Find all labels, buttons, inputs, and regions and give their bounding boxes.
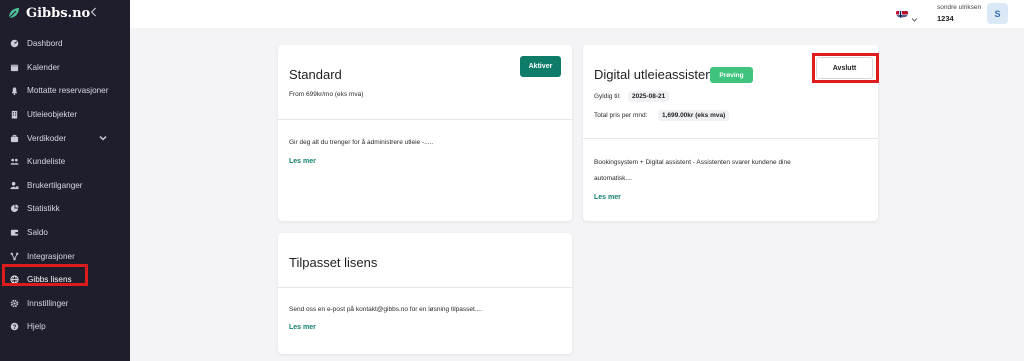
brand-name: Gibbs.no [26,5,91,21]
sidebar: Gibbs.no Dashbord Kalender Mottatte rese… [0,0,130,361]
sidebar-item-verdikoder[interactable]: Verdikoder [0,126,130,150]
card-title: Digital utleieassistent [594,67,717,82]
sidebar-item-label: Innstillinger [27,298,69,308]
language-chevron-down-icon[interactable] [911,10,918,22]
read-more-link[interactable]: Les mer [289,324,316,331]
total-price-label: Total pris per mnd: [594,112,648,119]
sidebar-item-integrasjoner[interactable]: Integrasjoner [0,244,130,268]
user-lock-icon [9,180,19,190]
sidebar-item-label: Statistikk [27,204,60,214]
card-divider [278,119,572,120]
user-id: 1234 [937,14,954,23]
card-title: Standard [289,67,342,82]
sidebar-item-label: Verdikoder [27,133,67,143]
question-icon: ? [9,322,19,332]
license-card-custom: Tilpasset lisens Send oss en e-post på k… [278,233,572,354]
total-price-value: 1,699.00kr (eks mva) [658,110,730,121]
card-divider [278,287,572,288]
card-price: From 699kr/mo (eks mva) [289,91,364,98]
collapse-sidebar-icon[interactable] [88,6,100,20]
user-name: sondre ulriksen [937,4,982,11]
sidebar-item-label: Dashbord [27,39,63,49]
sidebar-item-brukertilganger[interactable]: Brukertilganger [0,174,130,198]
card-divider [583,138,878,139]
sidebar-item-kundeliste[interactable]: Kundeliste [0,150,130,174]
valid-until-label: Gyldig til: [594,93,621,100]
calendar-icon [9,62,19,72]
sidebar-item-utleieobjekter[interactable]: Utleieobjekter [0,103,130,127]
sidebar-item-innstillinger[interactable]: Innstillinger [0,292,130,316]
sidebar-item-mottatte-reservasjoner[interactable]: Mottatte reservasjoner [0,79,130,103]
building-icon [9,110,19,120]
briefcase-icon [9,133,19,143]
sidebar-item-dashbord[interactable]: Dashbord [0,32,130,56]
sidebar-item-label: Brukertilganger [27,180,83,190]
card-description: Bookingsystem + Digital assistent - Assi… [594,159,791,166]
valid-until-value: 2025-08-21 [628,91,670,102]
topbar: sondre ulriksen 1234 S [130,0,1024,28]
sidebar-item-statistikk[interactable]: Statistikk [0,197,130,221]
license-card-digital: Digital utleieassistent Prøving Gyldig t… [583,45,878,221]
sidebar-item-label: Hjelp [27,322,46,332]
card-title: Tilpasset lisens [289,255,378,270]
sidebar-nav: Dashbord Kalender Mottatte reservasjoner… [0,32,130,339]
logo[interactable]: Gibbs.no [0,0,130,26]
bell-icon [9,86,19,96]
read-more-link[interactable]: Les mer [594,194,621,201]
users-icon [9,157,19,167]
sidebar-item-label: Mottatte reservasjoner [27,86,109,96]
wallet-icon [9,228,19,238]
norway-flag-icon[interactable] [896,8,908,18]
gauge-icon [9,39,19,49]
cancel-subscription-button[interactable]: Avslutt [816,57,873,79]
license-card-standard: Standard From 699kr/mo (eks mva) Aktiver… [278,45,572,221]
card-description: Gir deg alt du trenger for å administrer… [289,139,434,146]
gear-icon [9,298,19,308]
globe-icon [9,275,19,285]
sidebar-item-label: Kundeliste [27,157,66,167]
svg-text:?: ? [12,324,16,331]
sidebar-item-gibbs-lisens[interactable]: Gibbs lisens [0,268,130,292]
avatar[interactable]: S [987,3,1008,24]
sidebar-item-label: Integrasjoner [27,251,75,261]
sidebar-item-kalender[interactable]: Kalender [0,56,130,80]
network-icon [9,251,19,261]
status-badge: Prøving [710,67,753,83]
activate-button[interactable]: Aktiver [520,56,561,77]
sidebar-item-saldo[interactable]: Saldo [0,221,130,245]
sidebar-item-label: Gibbs lisens [27,275,72,285]
sidebar-item-label: Utleieobjekter [27,110,78,120]
card-description: Send oss en e-post på kontakt@gibbs.no f… [289,306,483,313]
sidebar-item-hjelp[interactable]: ? Hjelp [0,315,130,339]
sidebar-item-label: Saldo [27,228,48,238]
chevron-down-icon[interactable] [98,133,108,143]
pie-chart-icon [9,204,19,214]
sidebar-item-label: Kalender [27,62,60,72]
card-description-cont: automatisk.... [594,175,633,182]
leaf-logo-icon [8,8,19,19]
read-more-link[interactable]: Les mer [289,158,316,165]
